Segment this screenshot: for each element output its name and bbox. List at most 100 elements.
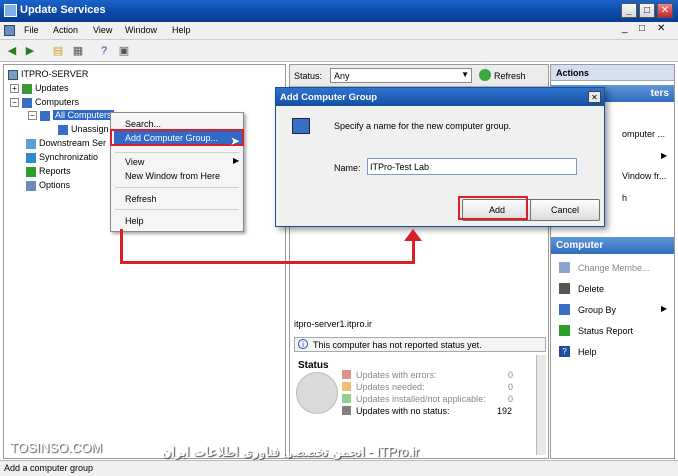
tree-item-unassigned[interactable]: Unassign — [58, 124, 109, 135]
close-button[interactable]: ✕ — [657, 3, 673, 18]
computer-group-icon — [40, 110, 50, 121]
status-dropdown-value: Any — [334, 71, 350, 81]
dialog-close-button[interactable]: ✕ — [588, 91, 601, 103]
arrow-head-icon — [404, 229, 422, 241]
forward-icon[interactable]: ▶ — [22, 43, 38, 58]
mouse-cursor-icon: ➤ — [230, 134, 241, 148]
up-folder-icon[interactable]: ▤ — [50, 43, 66, 58]
actions-section-computer[interactable]: Computer — [551, 237, 674, 254]
window-title: Update Services — [20, 4, 106, 16]
cancel-button[interactable]: Cancel — [530, 199, 600, 221]
tree-item-synchronizations[interactable]: Synchronizatio — [26, 152, 98, 163]
tree-item-all-computers[interactable]: − All Computers — [28, 110, 114, 121]
submenu-arrow-icon: ▶ — [661, 304, 668, 313]
legend-value: 0 — [508, 370, 514, 380]
back-icon[interactable]: ◀ — [4, 43, 20, 58]
action-new-window-partial[interactable]: Vindow fr... — [622, 171, 666, 181]
menu-item-search[interactable]: Search... — [125, 119, 161, 129]
status-report-icon — [559, 325, 570, 336]
legend-swatch — [342, 382, 351, 391]
menu-item-view[interactable]: View — [125, 157, 144, 167]
status-label: Status: — [294, 71, 323, 81]
downstream-servers-icon — [26, 138, 36, 149]
action-status-report[interactable]: Status Report — [578, 326, 633, 336]
minimize-button[interactable]: _ — [621, 3, 637, 18]
inner-maximize-button[interactable]: □ — [639, 23, 645, 34]
computer-group-icon — [58, 124, 68, 135]
menu-help[interactable]: Help — [172, 25, 191, 35]
watermark-left: TOSINSO.COM — [10, 440, 103, 455]
submenu-arrow-icon: ▶ — [661, 151, 668, 160]
tree-label: ITPRO-SERVER — [21, 69, 89, 79]
menu-item-help[interactable]: Help — [125, 216, 144, 226]
maximize-button[interactable]: □ — [639, 3, 655, 18]
options-icon — [26, 180, 36, 191]
tree-item-server[interactable]: ITPRO-SERVER — [8, 69, 88, 80]
status-pie — [296, 372, 338, 414]
group-name-value: ITPro-Test Lab — [370, 162, 430, 172]
inner-close-button[interactable]: ✕ — [657, 23, 665, 34]
info-icon: i — [298, 339, 308, 349]
action-delete[interactable]: Delete — [578, 284, 604, 294]
server-name: itpro-server1.itpro.ir — [294, 319, 373, 329]
menu-action[interactable]: Action — [53, 25, 78, 35]
legend-swatch — [342, 406, 351, 415]
inner-minimize-button[interactable]: _ — [622, 23, 628, 34]
tree-item-downstream[interactable]: Downstream Ser — [26, 138, 106, 149]
tree-item-computers[interactable]: − Computers — [10, 97, 79, 108]
server-icon — [8, 69, 18, 80]
help-icon: ? — [559, 346, 570, 357]
updates-icon — [22, 83, 32, 94]
help-toolbar-icon[interactable]: ? — [96, 43, 112, 58]
legend-label: Updates installed/not applicable: — [356, 394, 486, 404]
add-computer-group-dialog: Add Computer Group ✕ Specify a name for … — [275, 87, 605, 227]
menu-item-new-window[interactable]: New Window from Here — [125, 171, 220, 181]
watermark-right: انجمن تخصصی فناوری اطلاعات ایران - ITPro… — [162, 444, 420, 459]
refresh-icon[interactable] — [479, 69, 491, 81]
legend-swatch — [342, 394, 351, 403]
status-dropdown[interactable]: Any ▼ — [330, 68, 472, 83]
action-refresh-partial[interactable]: h — [622, 193, 627, 203]
title-bar: Update Services _ □ ✕ — [0, 0, 678, 22]
name-label: Name: — [334, 163, 361, 173]
menu-window[interactable]: Window — [125, 25, 157, 35]
highlight-add-group — [110, 129, 244, 146]
change-membership-icon — [559, 262, 570, 273]
menu-file[interactable]: File — [24, 25, 39, 35]
annotation-arrow — [120, 261, 415, 264]
actions-heading-bar: Actions — [551, 65, 674, 81]
tree-item-updates[interactable]: + Updates — [10, 83, 69, 94]
action-help[interactable]: Help — [578, 347, 597, 357]
menu-separator — [115, 187, 239, 188]
dialog-title: Add Computer Group — [276, 88, 604, 106]
legend-value: 192 — [497, 406, 513, 416]
status-filter-bar: Status: Any ▼ Refresh — [290, 65, 548, 87]
status-heading: Status — [298, 360, 329, 371]
menu-bar: File Action View Window Help _ □ ✕ — [0, 22, 678, 40]
synchronizations-icon — [26, 152, 36, 163]
dialog-instruction: Specify a name for the new computer grou… — [334, 121, 512, 131]
menu-item-refresh[interactable]: Refresh — [125, 194, 157, 204]
properties-icon[interactable]: ▣ — [116, 43, 132, 58]
info-text: This computer has not reported status ye… — [313, 340, 482, 350]
group-name-input[interactable]: ITPro-Test Lab — [367, 158, 577, 175]
action-group-by[interactable]: Group By — [578, 305, 616, 315]
tree-item-options[interactable]: Options — [26, 180, 70, 191]
show-hide-tree-icon[interactable]: ▦ — [70, 43, 86, 58]
chevron-down-icon[interactable]: ▼ — [461, 70, 469, 79]
action-change-membership[interactable]: Change Membe... — [578, 263, 650, 273]
action-new-computer-partial[interactable]: omputer ... — [622, 129, 665, 139]
collapse-icon[interactable]: − — [10, 98, 19, 108]
legend-label: Updates needed: — [356, 382, 425, 392]
legend-value: 0 — [508, 394, 514, 404]
legend-swatch — [342, 370, 351, 379]
tree-item-reports[interactable]: Reports — [26, 166, 71, 177]
menu-view[interactable]: View — [93, 25, 112, 35]
scrollbar[interactable] — [536, 355, 546, 455]
expand-icon[interactable]: + — [10, 84, 19, 94]
refresh-button[interactable]: Refresh — [494, 71, 526, 81]
collapse-icon[interactable]: − — [28, 111, 37, 121]
highlight-add-button — [458, 196, 528, 220]
computer-group-icon — [292, 118, 310, 134]
menu-separator — [115, 152, 239, 153]
